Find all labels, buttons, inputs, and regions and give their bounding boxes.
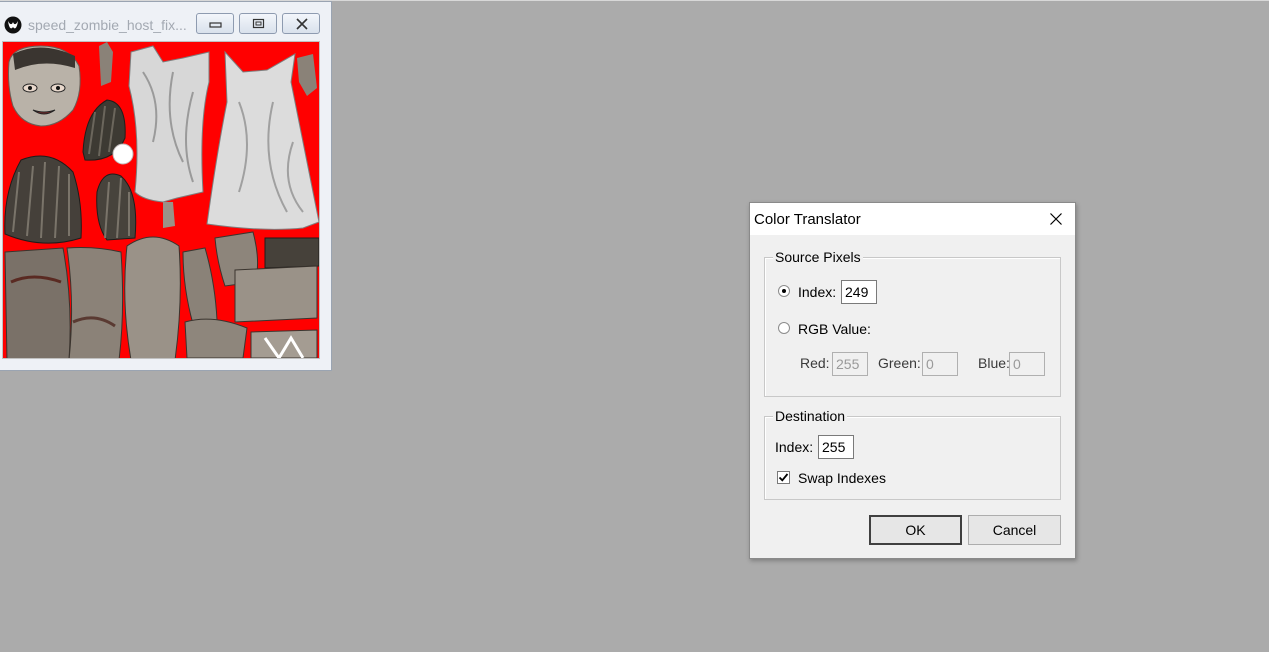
rgb-value-radio[interactable] [778, 322, 790, 334]
rgb-value-label: RGB Value: [798, 321, 871, 337]
red-label: Red: [800, 355, 830, 371]
destination-legend: Destination [773, 408, 848, 424]
close-icon [1050, 213, 1062, 225]
source-index-label: Index: [798, 284, 837, 300]
swap-indexes-checkbox[interactable] [777, 471, 790, 484]
close-button[interactable] [282, 13, 320, 34]
texture-window[interactable]: speed_zombie_host_fix... [0, 1, 332, 371]
texture-window-title: speed_zombie_host_fix... [28, 17, 187, 33]
dialog-titlebar[interactable]: Color Translator [750, 203, 1075, 235]
close-icon [296, 18, 308, 30]
app-logo-icon[interactable] [4, 16, 22, 34]
source-index-field[interactable]: 249 [841, 280, 877, 304]
cancel-button[interactable]: Cancel [968, 515, 1061, 545]
color-translator-dialog[interactable]: Color Translator Source Pixels Index: 24… [749, 202, 1076, 559]
dialog-close-button[interactable] [1037, 203, 1075, 235]
texture-window-titlebar[interactable]: speed_zombie_host_fix... [0, 2, 331, 39]
radio-selected-dot [782, 289, 786, 293]
source-pixels-group: Source Pixels Index: 249 RGB Value: Red:… [764, 249, 1061, 397]
destination-index-field[interactable]: 255 [818, 435, 854, 459]
blue-field[interactable]: 0 [1009, 352, 1045, 376]
index-radio[interactable] [778, 285, 790, 297]
minimize-icon [209, 22, 222, 28]
destination-group: Destination Index: 255 Swap Indexes [764, 408, 1061, 500]
minimize-button[interactable] [196, 13, 234, 34]
green-field[interactable]: 0 [922, 352, 958, 376]
checkmark-icon [778, 473, 789, 482]
texture-image [3, 42, 319, 358]
green-label: Green: [878, 355, 921, 371]
swap-indexes-label: Swap Indexes [798, 470, 886, 486]
red-field[interactable]: 255 [832, 352, 868, 376]
restore-icon [252, 18, 265, 29]
destination-index-label: Index: [775, 439, 814, 455]
texture-dress-left [128, 45, 210, 203]
ok-button[interactable]: OK [869, 515, 962, 545]
restore-button[interactable] [239, 13, 277, 34]
texture-canvas[interactable] [2, 41, 320, 359]
blue-label: Blue: [978, 355, 1010, 371]
dialog-title: Color Translator [754, 211, 861, 228]
source-pixels-legend: Source Pixels [773, 249, 863, 265]
